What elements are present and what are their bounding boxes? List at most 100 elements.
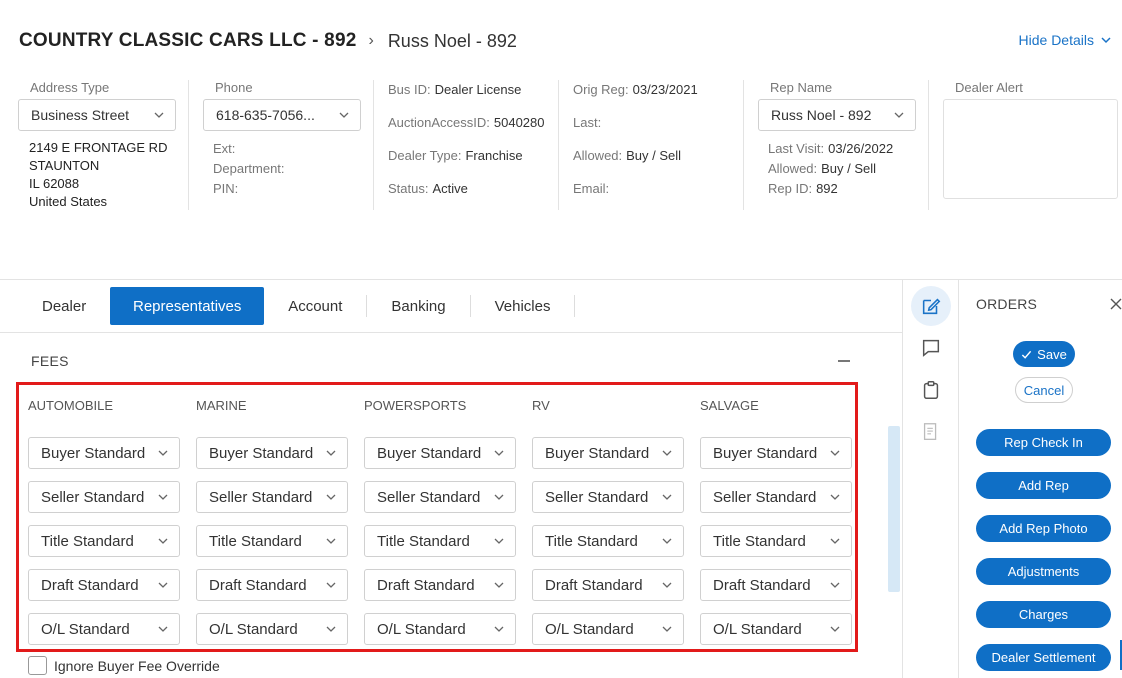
tab-account[interactable]: Account — [264, 287, 366, 325]
fee-select-rv-0[interactable]: Buyer Standard — [532, 437, 684, 469]
fee-select-marine-1[interactable]: Seller Standard — [196, 481, 348, 513]
save-button[interactable]: Save — [1013, 341, 1075, 367]
allowed-field: Allowed: Buy / Sell — [573, 147, 681, 164]
fee-select-powersports-2[interactable]: Title Standard — [364, 525, 516, 557]
order-action-button[interactable]: Add Rep — [976, 472, 1111, 499]
ignore-buyer-fee-override[interactable]: Ignore Buyer Fee Override — [28, 656, 220, 675]
rep-id-field: Rep ID: 892 — [768, 180, 838, 197]
document-icon — [923, 423, 937, 440]
fee-select-rv-4[interactable]: O/L Standard — [532, 613, 684, 645]
dealer-type-value: Franchise — [465, 148, 523, 163]
order-action-button[interactable]: Rep Check In — [976, 429, 1111, 456]
tab-representatives[interactable]: Representatives — [110, 287, 265, 325]
orders-panel: ORDERS Save Cancel Rep Check In Add Rep Ad… — [960, 280, 1122, 678]
chevron-down-icon — [662, 626, 672, 632]
fee-select-marine-4[interactable]: O/L Standard — [196, 613, 348, 645]
fee-select-powersports-4[interactable]: O/L Standard — [364, 613, 516, 645]
order-action-button[interactable]: Adjustments — [976, 558, 1111, 585]
chevron-down-icon — [662, 538, 672, 544]
vertical-scrollbar[interactable] — [888, 426, 900, 592]
dealer-alert-textarea[interactable] — [943, 99, 1118, 199]
email-field: Email: — [573, 180, 609, 197]
email-label: Email: — [573, 181, 610, 196]
status-label: Status: — [388, 181, 429, 196]
tab-dealer[interactable]: Dealer — [18, 287, 110, 325]
column-divider — [188, 80, 189, 210]
breadcrumb: COUNTRY CLASSIC CARS LLC - 892 › Russ No… — [19, 28, 517, 54]
tab-vehicles[interactable]: Vehicles — [471, 287, 575, 325]
fee-select-powersports-0[interactable]: Buyer Standard — [364, 437, 516, 469]
rep-name-select[interactable]: Russ Noel - 892 — [758, 99, 916, 131]
pin-field: PIN: — [213, 180, 238, 197]
business-column: Bus ID: Dealer License AuctionAccessID: 50… — [388, 78, 548, 212]
collapse-icon[interactable] — [836, 352, 852, 368]
column-divider — [743, 80, 744, 210]
status-value: Active — [432, 181, 468, 196]
fee-select-value: Title Standard — [545, 532, 638, 550]
ignore-buyer-fee-override-checkbox[interactable] — [28, 656, 47, 675]
clipboard-button[interactable] — [911, 370, 951, 410]
fee-select-powersports-3[interactable]: Draft Standard — [364, 569, 516, 601]
fee-select-automobile-3[interactable]: Draft Standard — [28, 569, 180, 601]
address-type-select[interactable]: Business Street — [18, 99, 176, 131]
chevron-down-icon — [326, 538, 336, 544]
fee-select-salvage-4[interactable]: O/L Standard — [700, 613, 852, 645]
chevron-down-icon — [326, 494, 336, 500]
fee-select-powersports-1[interactable]: Seller Standard — [364, 481, 516, 513]
chevron-down-icon — [894, 112, 904, 118]
fee-select-salvage-2[interactable]: Title Standard — [700, 525, 852, 557]
dealer-type-field: Dealer Type: Franchise — [388, 147, 523, 164]
dealer-alert-column: Dealer Alert — [943, 78, 1122, 212]
fee-select-marine-3[interactable]: Draft Standard — [196, 569, 348, 601]
fee-select-salvage-0[interactable]: Buyer Standard — [700, 437, 852, 469]
order-action-button[interactable]: Add Rep Photo — [976, 515, 1111, 542]
fee-select-rv-3[interactable]: Draft Standard — [532, 569, 684, 601]
rep-id-label: Rep ID: — [768, 181, 813, 196]
fee-select-value: Buyer Standard — [209, 444, 314, 462]
hide-details-link[interactable]: Hide Details — [1019, 32, 1112, 48]
fee-select-marine-2[interactable]: Title Standard — [196, 525, 348, 557]
dealer-details: Address Type Business Street 2149 E FRON… — [18, 78, 1122, 214]
fee-select-automobile-4[interactable]: O/L Standard — [28, 613, 180, 645]
fees-section-title: FEES — [31, 353, 69, 369]
fee-select-value: Title Standard — [377, 532, 470, 550]
fee-select-value: Title Standard — [41, 532, 134, 550]
close-icon[interactable] — [1110, 298, 1122, 310]
tab-banking[interactable]: Banking — [367, 287, 469, 325]
tabs-underline — [0, 332, 902, 333]
fee-select-value: Title Standard — [209, 532, 302, 550]
fee-select-automobile-1[interactable]: Seller Standard — [28, 481, 180, 513]
cancel-button[interactable]: Cancel — [1015, 377, 1073, 403]
department-label: Department: — [213, 161, 285, 176]
chevron-down-icon — [494, 538, 504, 544]
dealer-title[interactable]: COUNTRY CLASSIC CARS LLC - 892 — [19, 30, 356, 52]
fee-select-salvage-1[interactable]: Seller Standard — [700, 481, 852, 513]
fee-select-automobile-2[interactable]: Title Standard — [28, 525, 180, 557]
fee-select-rv-1[interactable]: Seller Standard — [532, 481, 684, 513]
order-action-button[interactable]: Charges — [976, 601, 1111, 628]
fees-highlight-box — [16, 382, 858, 652]
last-field: Last: — [573, 114, 601, 131]
chat-button[interactable] — [911, 328, 951, 368]
phone-select[interactable]: 618-635-7056... — [203, 99, 361, 131]
fee-select-value: O/L Standard — [713, 620, 802, 638]
last-visit-field: Last Visit: 03/26/2022 — [768, 140, 893, 157]
tab-bar: Dealer Representatives Account Banking V… — [18, 287, 576, 325]
fee-select-value: Buyer Standard — [377, 444, 482, 462]
edit-button[interactable] — [911, 286, 951, 326]
fee-select-marine-0[interactable]: Buyer Standard — [196, 437, 348, 469]
fee-select-automobile-0[interactable]: Buyer Standard — [28, 437, 180, 469]
auction-access-label: AuctionAccessID: — [388, 115, 490, 130]
address-type-value: Business Street — [31, 107, 130, 123]
chevron-down-icon — [494, 494, 504, 500]
orders-title: ORDERS — [976, 296, 1038, 312]
address-line: IL 62088 — [29, 176, 80, 191]
last-label: Last: — [573, 115, 602, 130]
order-action-button[interactable]: Dealer Settlement — [976, 644, 1111, 671]
fee-select-rv-2[interactable]: Title Standard — [532, 525, 684, 557]
chevron-down-icon — [158, 582, 168, 588]
document-button[interactable] — [911, 412, 951, 452]
dealer-alert-label: Dealer Alert — [955, 80, 1023, 95]
fee-select-salvage-3[interactable]: Draft Standard — [700, 569, 852, 601]
fee-select-value: O/L Standard — [545, 620, 634, 638]
